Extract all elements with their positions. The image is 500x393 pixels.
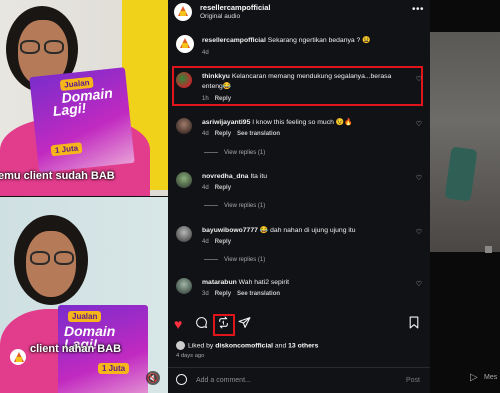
commenter-avatar[interactable] (176, 172, 192, 188)
comment-age: 4d (202, 131, 209, 137)
comment-like-icon[interactable]: ♡ (416, 174, 422, 182)
comment-body: Ita itu (250, 173, 267, 180)
glasses-right (44, 40, 64, 54)
comment-text: novredha_dna Ita itu (202, 172, 412, 182)
video-frame-top: Jualan Domain Lagi! 1 Juta emu client su… (0, 0, 168, 196)
comment-text: asriwijayanti95 I know this feeling so m… (202, 118, 412, 128)
flyer-price: 1 Juta (50, 142, 83, 157)
comment-like-icon[interactable]: ♡ (416, 280, 422, 288)
comment-body: I know this feeling so much 😉🔥 (252, 119, 353, 126)
others-link[interactable]: 13 others (288, 342, 318, 349)
comment-body: Kelancaran memang mendukung segalanya...… (202, 73, 392, 90)
view-replies-button[interactable]: View replies (1) (204, 203, 265, 209)
comment-meta: 4d Reply See translation (202, 131, 280, 137)
flyer-price: 1 Juta (98, 363, 130, 374)
glasses-left (30, 251, 50, 265)
send-icon[interactable] (238, 316, 251, 332)
reel-video[interactable]: Jualan Domain Lagi! 1 Juta emu client su… (0, 0, 168, 393)
comment-meta: 1h Reply (202, 96, 231, 102)
comment-age: 4d (202, 50, 209, 56)
comment-body: Sekarang ngertikan bedanya ? 😫 (267, 37, 371, 44)
liked-by-summary: Liked by diskoncomofficial and 13 others (176, 341, 318, 350)
promo-flyer: Jualan Domain Lagi! 1 Juta (29, 67, 135, 173)
comment-meta: 4d (202, 50, 209, 56)
comment-age: 3d (202, 291, 209, 297)
emoji-icon[interactable] (176, 374, 187, 385)
post-time-ago: 4 days ago (176, 353, 205, 359)
bottom-caption: client nahan BAB (30, 343, 122, 355)
liker-avatar (176, 341, 185, 350)
commenter-avatar[interactable] (176, 118, 192, 134)
comment-text: bayuwibowo7777 😂 dah nahan di ujung ujun… (202, 226, 412, 236)
comment-text: matarabun Wah hati2 sepirit (202, 278, 412, 288)
top-caption: emu client sudah BAB (0, 170, 115, 182)
comment-age: 4d (202, 239, 209, 245)
reply-button[interactable]: Reply (215, 185, 231, 191)
repost-icon[interactable] (217, 316, 230, 332)
bookmark-icon[interactable] (408, 316, 420, 332)
post-author-username[interactable]: resellercampofficial (200, 3, 270, 12)
post-header: resellercampofficial Original audio ••• (168, 0, 430, 24)
comment-username[interactable]: asriwijayanti95 (202, 119, 250, 126)
see-translation-link[interactable]: See translation (237, 291, 280, 297)
comment-age: 1h (202, 96, 209, 102)
comment-age: 4d (202, 185, 209, 191)
comment-username[interactable]: thinkkyu (202, 73, 230, 80)
speaker-muted-icon[interactable]: 🔇 (146, 371, 160, 385)
comments-panel: resellercampofficial Original audio ••• … (168, 0, 430, 393)
reply-button[interactable]: Reply (215, 96, 231, 102)
post-author-avatar[interactable] (174, 3, 192, 21)
next-post-preview[interactable]: ▷ Mes (430, 0, 500, 393)
comment-icon[interactable] (195, 316, 208, 332)
comment-body: 😂 dah nahan di ujung ujung itu (259, 227, 356, 234)
flyer-title-2: Lagi! (52, 99, 88, 119)
comment-meta: 4d Reply (202, 239, 231, 245)
reply-button[interactable]: Reply (215, 239, 231, 245)
commenter-avatar[interactable] (176, 226, 192, 242)
heart-filled-icon[interactable]: ♥ (174, 316, 182, 332)
comment-meta: 4d Reply (202, 185, 231, 191)
commenter-avatar[interactable] (176, 72, 192, 88)
creator-avatar (10, 349, 26, 365)
view-replies-button[interactable]: View replies (1) (204, 257, 265, 263)
comment-username[interactable]: matarabun (202, 279, 237, 286)
comment-text: resellercampofficial Sekarang ngertikan … (202, 36, 412, 46)
next-post-image (430, 32, 500, 252)
comment-body: Wah hati2 sepirit (238, 279, 290, 286)
flyer-badge: Jualan (68, 311, 102, 322)
comment-username[interactable]: novredha_dna (202, 173, 248, 180)
reply-button[interactable]: Reply (215, 291, 231, 297)
post-button[interactable]: Post (406, 377, 420, 384)
original-audio-link[interactable]: Original audio (200, 13, 240, 20)
divider (168, 367, 430, 368)
post-action-bar: ♥ (168, 312, 430, 336)
video-frame-bottom: Jualan Domain Lagi! 1 Juta client nahan … (0, 197, 168, 393)
reply-button[interactable]: Reply (215, 131, 231, 137)
liker-username[interactable]: diskoncomofficial (215, 342, 273, 349)
commenter-avatar[interactable] (176, 278, 192, 294)
see-translation-link[interactable]: See translation (237, 131, 280, 137)
comment-like-icon[interactable]: ♡ (416, 75, 422, 83)
comment-like-icon[interactable]: ♡ (416, 120, 422, 128)
send-icon[interactable]: ▷ (470, 372, 478, 383)
glasses-right (54, 251, 74, 265)
side-indicator (485, 246, 492, 253)
messages-label[interactable]: Mes (484, 374, 497, 381)
comment-input[interactable]: Add a comment... (196, 377, 251, 384)
commenter-avatar[interactable] (176, 35, 194, 53)
view-replies-button[interactable]: View replies (1) (204, 150, 265, 156)
glasses-left (20, 40, 40, 54)
comment-username[interactable]: bayuwibowo7777 (202, 227, 258, 234)
comment-like-icon[interactable]: ♡ (416, 228, 422, 236)
more-horizontal-icon[interactable]: ••• (412, 4, 424, 15)
comment-username[interactable]: resellercampofficial (202, 37, 266, 44)
comment-text: thinkkyu Kelancaran memang mendukung seg… (202, 72, 412, 92)
comment-meta: 3d Reply See translation (202, 291, 280, 297)
